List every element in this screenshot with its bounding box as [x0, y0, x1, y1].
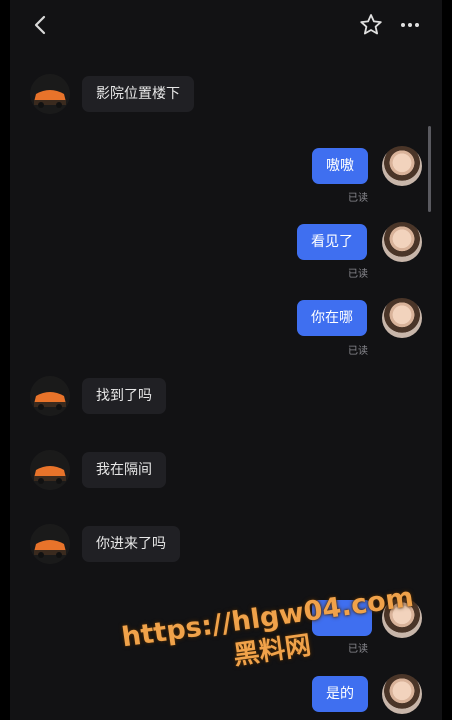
message-bubble-incoming[interactable]: 影院位置楼下: [82, 76, 194, 112]
my-avatar[interactable]: [382, 146, 422, 186]
scrollbar[interactable]: [428, 126, 431, 212]
read-status: 已读: [348, 346, 368, 357]
message-bubble-incoming[interactable]: 我在隔间: [82, 452, 166, 488]
more-button[interactable]: [396, 14, 424, 36]
contact-avatar[interactable]: [30, 376, 70, 416]
message-bubble-outgoing[interactable]: 你在哪: [297, 300, 367, 336]
car-avatar-image: [30, 524, 70, 564]
my-avatar[interactable]: [382, 298, 422, 338]
my-avatar[interactable]: [382, 222, 422, 262]
message-bubble-outgoing[interactable]: 看见了: [297, 224, 367, 260]
read-status: 已读: [348, 269, 368, 280]
message-bubble-outgoing[interactable]: 嗷嗷: [312, 148, 368, 184]
message-bubble-outgoing[interactable]: 是的: [312, 676, 368, 712]
car-avatar-image: [30, 376, 70, 416]
favorite-button[interactable]: [358, 12, 384, 38]
message-bubble-incoming[interactable]: 你进来了吗: [82, 526, 180, 562]
contact-avatar[interactable]: [30, 450, 70, 490]
top-bar: [10, 0, 442, 50]
more-dots-icon: [401, 23, 419, 27]
back-button[interactable]: [28, 12, 54, 38]
contact-avatar[interactable]: [30, 524, 70, 564]
car-avatar-image: [30, 450, 70, 490]
read-status: 已读: [348, 193, 368, 204]
chat-screen: 影院位置楼下 嗷嗷 已读 看见了 已读 你在哪 已读 找到了吗 我在隔间 你进来…: [10, 0, 442, 720]
car-avatar-image: [30, 74, 70, 114]
message-bubble-incoming[interactable]: 找到了吗: [82, 378, 166, 414]
star-icon: [360, 14, 382, 35]
contact-avatar[interactable]: [30, 74, 70, 114]
chevron-left-icon: [34, 15, 46, 35]
watermark: https://hlgw04.com 黑料网: [97, 579, 442, 692]
my-avatar[interactable]: [382, 674, 422, 714]
